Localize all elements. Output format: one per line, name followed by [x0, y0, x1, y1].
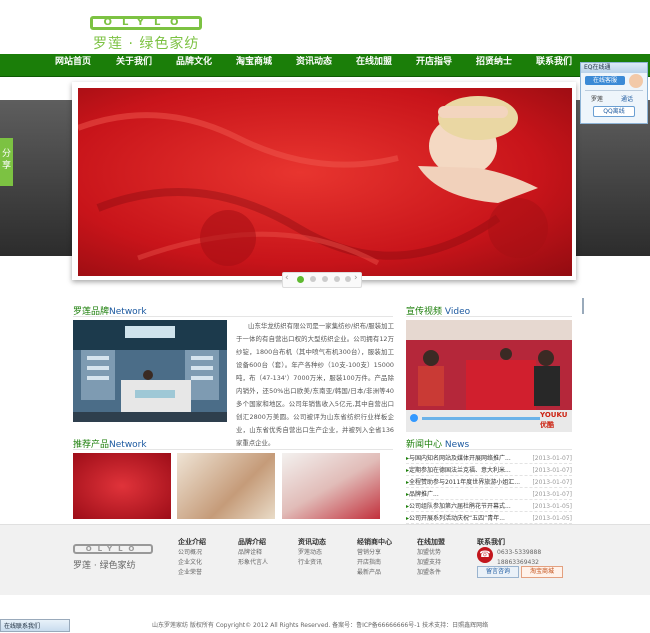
- footer-logo-text: 罗莲 · 绿色家纺: [73, 561, 136, 571]
- list-item[interactable]: ▸品牌推广... [2013-01-07]: [406, 489, 572, 500]
- footer-link[interactable]: 行业资讯: [298, 558, 322, 568]
- video-progress-bar[interactable]: [422, 417, 540, 420]
- footer-link[interactable]: 品牌诠释: [238, 548, 268, 558]
- list-item[interactable]: ▸公司开展系列活动庆祝“五四”青年... [2013-01-05]: [406, 513, 572, 524]
- nav-item-about[interactable]: 关于我们: [104, 54, 164, 76]
- logo-text: 罗莲 · 绿色家纺: [93, 36, 200, 52]
- phone-icon: ☎: [477, 547, 493, 563]
- product-image-1[interactable]: [73, 453, 171, 519]
- pager-dot[interactable]: [310, 276, 316, 282]
- message-button[interactable]: 留言咨询: [477, 566, 519, 578]
- banner-image[interactable]: [78, 88, 572, 276]
- qq-offline-button[interactable]: QQ离线: [593, 106, 635, 117]
- footer-col-list: 罗莲动态 行业资讯: [298, 548, 322, 568]
- list-item[interactable]: ▸与国内知名网站及媒体开展网络推广... [2013-01-07]: [406, 453, 572, 464]
- footer-link[interactable]: 加盟支持: [417, 558, 441, 568]
- footer-col-head: 品牌介绍: [238, 538, 266, 546]
- taobao-button[interactable]: 淘宝商城: [521, 566, 563, 578]
- footer-col-list: 公司概况 企业文化 企业荣誉: [178, 548, 202, 578]
- footer-logo-mark: OLYLO: [73, 544, 153, 554]
- footer-col-head: 经销商中心: [357, 538, 392, 546]
- footer-link[interactable]: 形象代言人: [238, 558, 268, 568]
- nav-item-guide[interactable]: 开店指导: [404, 54, 464, 76]
- qq-widget: EQ在线通 在线客服 罗莲 通话 QQ离线: [580, 62, 648, 124]
- footer-link[interactable]: 企业荣誉: [178, 568, 202, 578]
- play-icon[interactable]: [410, 414, 418, 422]
- footer-col-head: 在线加盟: [417, 538, 445, 546]
- pager-dot[interactable]: [334, 276, 340, 282]
- nav-item-jobs[interactable]: 招贤纳士: [464, 54, 524, 76]
- list-item[interactable]: ▸全程赞助参与2011年度世界旅游小姐汇... [2013-01-07]: [406, 477, 572, 488]
- share-tab[interactable]: 分享: [0, 138, 13, 186]
- footer-col-list: 品牌诠释 形象代言人: [238, 548, 268, 568]
- prev-arrow-icon[interactable]: ‹: [285, 273, 289, 283]
- youku-logo: YOUKU 优酷: [540, 411, 568, 429]
- footer-link[interactable]: 开店指南: [357, 558, 381, 568]
- brand-description: 山东华龙纺织有限公司是一家集纺纱/织布/服装加工于一体的有自营出口权的大型纺织企…: [236, 322, 394, 447]
- qq-service-button[interactable]: 在线客服: [585, 76, 625, 85]
- pager-dot[interactable]: [345, 276, 351, 282]
- footer-link[interactable]: 最新产品: [357, 568, 381, 578]
- avatar: [629, 74, 643, 88]
- qq-contact-name: 罗莲: [591, 96, 604, 103]
- phone-number: 0633-5339888: [497, 549, 542, 556]
- online-contact-bar[interactable]: 在线联系我们: [0, 619, 70, 632]
- footer-col-head: 资讯动态: [298, 538, 326, 546]
- pager-dot-active[interactable]: [297, 276, 304, 283]
- footer-col-list: 营销分享 开店指南 最新产品: [357, 548, 381, 578]
- footer-link[interactable]: 营销分享: [357, 548, 381, 558]
- list-item[interactable]: ▸公司组队参加第六届杜鹃花节开幕式... [2013-01-05]: [406, 501, 572, 512]
- brand-store-image[interactable]: [73, 320, 227, 422]
- nav-item-home[interactable]: 网站首页: [43, 54, 103, 76]
- list-item[interactable]: ▸定期参加在德国法兰克福、意大利米... [2013-01-07]: [406, 465, 572, 476]
- qq-chat-link[interactable]: 通话: [621, 94, 633, 103]
- footer-contact-phones: 0633-5339888 18863369432: [497, 548, 541, 568]
- news-list: ▸与国内知名网站及媒体开展网络推广... [2013-01-07] ▸定期参加在德…: [406, 453, 572, 524]
- copyright: 山东罗莲家纺 版权所有 Copyright© 2012 All Rights R…: [152, 622, 489, 629]
- nav-item-news[interactable]: 资讯动态: [284, 54, 344, 76]
- nav-item-contact[interactable]: 联系我们: [524, 54, 584, 76]
- footer-contact-head: 联系我们: [477, 538, 505, 546]
- nav-item-join[interactable]: 在线加盟: [344, 54, 404, 76]
- pager-dot[interactable]: [322, 276, 328, 282]
- main-nav: 网站首页 关于我们 品牌文化 淘宝商城 资讯动态 在线加盟 开店指导 招贤纳士 …: [0, 54, 650, 77]
- footer-link[interactable]: 加盟条件: [417, 568, 441, 578]
- banner-pager: ‹ ›: [282, 272, 362, 288]
- footer-link[interactable]: 加盟优势: [417, 548, 441, 558]
- qq-widget-header: EQ在线通: [581, 63, 647, 73]
- footer-link[interactable]: 公司概况: [178, 548, 202, 558]
- nav-item-taobao[interactable]: 淘宝商城: [224, 54, 284, 76]
- product-image-3[interactable]: [282, 453, 380, 519]
- next-arrow-icon[interactable]: ›: [354, 273, 358, 283]
- footer-col-head: 企业介绍: [178, 538, 206, 546]
- footer-link[interactable]: 罗莲动态: [298, 548, 322, 558]
- nav-item-brand[interactable]: 品牌文化: [164, 54, 224, 76]
- product-image-2[interactable]: [177, 453, 275, 519]
- footer-link[interactable]: 企业文化: [178, 558, 202, 568]
- logo-mark[interactable]: OLYLO: [90, 16, 202, 30]
- footer-col-list: 加盟优势 加盟支持 加盟条件: [417, 548, 441, 578]
- video-player[interactable]: YOUKU 优酷: [406, 320, 572, 432]
